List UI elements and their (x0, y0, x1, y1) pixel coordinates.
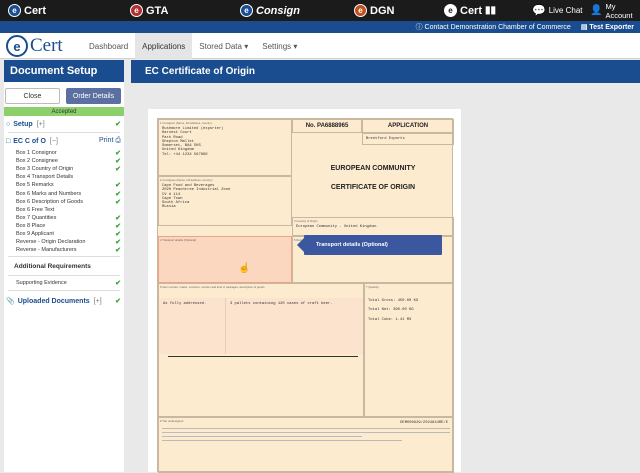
check-icon: ✔ (115, 182, 121, 190)
chat-icon: 💬 (532, 5, 546, 17)
brand-logo: e Cert ▮▮ (444, 3, 496, 18)
app-switch-consign[interactable]: e Consign (240, 3, 300, 18)
page-title: EC Certificate of Origin (131, 60, 640, 83)
info-icon: ⓘ (415, 24, 425, 31)
check-icon: ✔ (115, 150, 121, 158)
check-icon: ✔ (115, 166, 121, 174)
bar-chart-icon: ▮▮ (485, 5, 497, 16)
ecert-logo-icon: e (6, 35, 28, 57)
app-switch-dgn[interactable]: e DGN (354, 3, 394, 18)
address-line: Russia (162, 205, 176, 210)
check-icon: ✔ (115, 298, 121, 306)
nav-settings[interactable]: Settings ▾ (255, 33, 304, 59)
sidebar-section-uploaded-documents[interactable]: 📎 Uploaded Documents [+] ✔ (4, 295, 124, 307)
box-transport-details[interactable]: 4 Transport details (Optional) ☝ (158, 236, 292, 283)
paperclip-icon: 📎 (6, 298, 15, 306)
main-panel: EC Certificate of Origin 1 Consignor (Na… (131, 60, 640, 473)
check-icon: ✔ (115, 214, 121, 222)
sidebar-item-box[interactable]: Box 6 Free Text (4, 206, 124, 214)
box-country-of-origin[interactable]: 3 Country of Origin European Community -… (292, 217, 454, 236)
sidebar-section-setup[interactable]: ○ Setup [+] ✔ (4, 118, 124, 130)
sidebar-item-box[interactable]: Box 9 Applicant ✔ (4, 230, 124, 238)
box-list: Box 1 Consignor ✔ Box 2 Consignee ✔ Box 3 Co… (4, 149, 124, 254)
check-icon: ✔ (115, 158, 121, 166)
sidebar-item-box[interactable]: Box 5 Remarks ✔ (4, 181, 124, 189)
caret-down-icon: ▾ (241, 41, 249, 51)
caret-down-icon: ▾ (291, 41, 298, 51)
order-details-button[interactable]: Order Details (66, 88, 121, 104)
consignee-text: Cape Food and Beverages 2020 Peachtree In… (159, 183, 291, 211)
sidebar-item-box[interactable]: Box 8 Place ✔ (4, 222, 124, 230)
sub-header: ⓘ Contact Demonstration Chamber of Comme… (0, 21, 640, 33)
sidebar-item-box[interactable]: Box 1 Consignor ✔ (4, 149, 124, 157)
my-account-button[interactable]: 👤 My Account (590, 2, 640, 20)
app-switch-cert[interactable]: e Cert (8, 3, 46, 18)
check-icon: ✔ (115, 190, 121, 198)
ecert-home-logo[interactable]: e Cert (6, 35, 63, 57)
close-button[interactable]: Close (5, 88, 60, 104)
consignor-text: Rushmore Limited (exporter) Harvest Court… (159, 126, 291, 158)
main-nav: e Cert Dashboard Applications Stored Dat… (0, 33, 640, 59)
circle-icon: ○ (6, 120, 11, 128)
user-icon: 👤 (590, 5, 603, 16)
nav-stored-data[interactable]: Stored Data ▾ (192, 33, 255, 59)
check-icon: ✔ (115, 280, 121, 288)
sidebar-item-box[interactable]: Box 6 Description of Goods ✔ (4, 198, 124, 206)
box-consignee[interactable]: 2 Consignee (Name, full address, country… (158, 176, 292, 226)
live-chat-button[interactable]: 💬 Live Chat (532, 3, 583, 18)
check-icon: ✔ (115, 230, 121, 238)
sidebar-item-box[interactable]: Box 7 Quantities ✔ (4, 214, 124, 222)
additional-requirements-heading: Additional Requirements (14, 263, 91, 271)
check-icon: ✔ (115, 239, 121, 247)
sidebar-title: Document Setup (4, 60, 124, 82)
certificate-title: EUROPEAN COMMUNITY CERTIFICATE OF ORIGIN (330, 165, 416, 191)
print-link[interactable]: Print ⎙ (99, 137, 121, 145)
certificate-number: No. PA6888965 (292, 119, 362, 133)
current-user: ▤ Test Exporter (580, 24, 634, 31)
transport-details-tooltip: Transport details (Optional) (297, 235, 442, 255)
certificate-preview: 1 Consignor (Name, full address, country… (148, 109, 461, 473)
nav-applications[interactable]: Applications (135, 33, 193, 59)
box-consignor[interactable]: 1 Consignor (Name, full address, country… (158, 119, 292, 176)
certificate-form: 1 Consignor (Name, full address, country… (157, 118, 454, 473)
box-quantity[interactable]: 7 Quantity Total Gross: 450.00 KG Total … (364, 283, 454, 417)
address-line: Tel: +44 1234 567890 (162, 152, 208, 157)
dgn-logo-icon: e (354, 4, 367, 17)
sidebar-section-ecoo[interactable]: □ EC C of O [−] Print ⎙ (4, 135, 124, 147)
printer-icon: ⎙ (115, 137, 121, 144)
ecert-logo-icon: e (8, 4, 21, 17)
check-icon: ✔ (115, 198, 121, 206)
box-applicant[interactable]: 9 The undersigned DEMO00929/2024844RE/E (158, 417, 454, 473)
contact-link[interactable]: ⓘ Contact Demonstration Chamber of Comme… (416, 22, 571, 32)
gta-logo-icon: e (130, 4, 143, 17)
sidebar-item-supporting-evidence[interactable]: Supporting Evidence ✔ (4, 278, 124, 288)
hand-cursor-icon: ☝ (238, 264, 251, 275)
document-icon: □ (6, 137, 11, 145)
top-app-bar: e Cert e GTA e Consign e DGN e Cert ▮▮ 💬… (0, 0, 640, 21)
nav-dashboard[interactable]: Dashboard (82, 33, 135, 59)
status-badge: Accepted (4, 107, 124, 116)
check-icon: ✔ (115, 121, 121, 128)
check-icon: ✔ (115, 222, 121, 230)
check-icon: ✔ (115, 247, 121, 255)
sidebar-item-box[interactable]: Reverse - Manufacturers ✔ (4, 246, 124, 254)
application-label: APPLICATION (362, 119, 454, 133)
sidebar-item-box[interactable]: Box 3 Country of Origin ✔ (4, 165, 124, 173)
box-goods[interactable]: 6 Item number; marks, numbers, number an… (158, 283, 364, 417)
exporter-field: Brentford Exports (362, 133, 454, 145)
ecert-logo-icon: e (444, 4, 457, 17)
consign-logo-icon: e (240, 4, 253, 17)
sidebar-item-box[interactable]: Box 2 Consignee ✔ (4, 157, 124, 165)
app-switch-gta[interactable]: e GTA (130, 3, 168, 18)
sidebar-item-box[interactable]: Box 4 Transport Details (4, 173, 124, 181)
document-setup-sidebar: Document Setup Close Order Details Accep… (4, 60, 124, 472)
sidebar-item-box[interactable]: Reverse - Origin Declaration ✔ (4, 238, 124, 246)
sidebar-item-box[interactable]: Box 6 Marks and Numbers ✔ (4, 189, 124, 198)
